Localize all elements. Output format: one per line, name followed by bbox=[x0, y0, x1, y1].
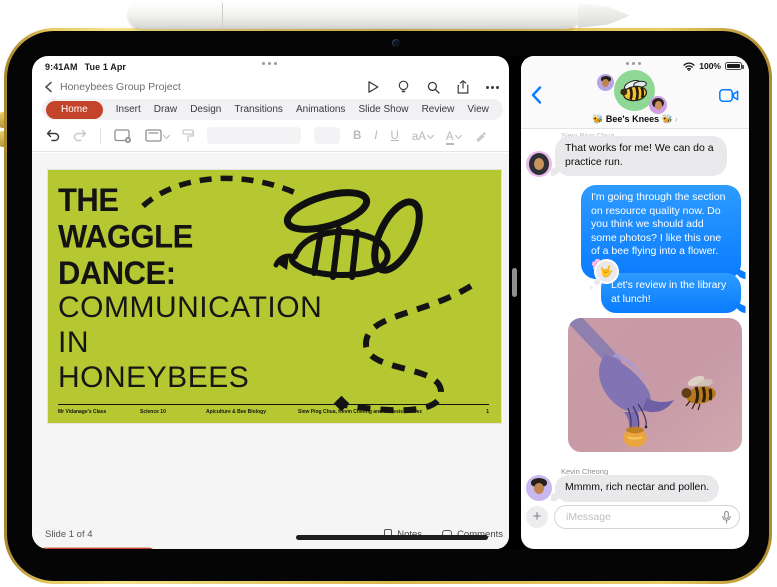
conversation-title[interactable]: 🐝 Bee's Knees 🐝 › bbox=[521, 114, 749, 125]
avatar-kevin-cheong[interactable] bbox=[526, 475, 552, 501]
avatar-siew-ping-chua[interactable] bbox=[526, 151, 552, 177]
back-chevron-icon[interactable] bbox=[531, 86, 542, 104]
message-bubble-received-2[interactable]: Mmmm, rich nectar and pollen. bbox=[555, 475, 720, 502]
ideas-lightbulb-icon[interactable] bbox=[397, 80, 410, 94]
redo-icon[interactable] bbox=[73, 129, 87, 142]
tab-view[interactable]: View bbox=[467, 104, 489, 115]
message-input-row: + iMessage bbox=[521, 504, 749, 534]
tab-transitions[interactable]: Transitions bbox=[234, 104, 283, 115]
chevron-down-icon bbox=[454, 131, 462, 139]
slide-footer-rule bbox=[58, 404, 489, 405]
tab-design[interactable]: Design bbox=[190, 104, 221, 115]
footer-subject: Apiculture & Bee Biology bbox=[206, 409, 267, 415]
messages-header: 100% 🐝 Bee's Knees 🐝 › bbox=[521, 56, 749, 129]
chevron-down-icon bbox=[162, 131, 171, 140]
messages-window: Siew Ping Chua That works for me! We can… bbox=[521, 56, 749, 549]
tab-draw[interactable]: Draw bbox=[154, 104, 177, 115]
scene: 9:41AM Tue 1 Apr Honeybees Group Project … bbox=[0, 0, 777, 587]
wifi-icon bbox=[683, 61, 695, 71]
font-color-button[interactable]: A bbox=[445, 127, 462, 145]
powerpoint-window: 9:41AM Tue 1 Apr Honeybees Group Project … bbox=[32, 56, 509, 549]
more-options-icon[interactable] bbox=[486, 85, 499, 89]
slide-1-main[interactable]: THE WAGGLE DANCE: COMMUNICATION IN HONEY… bbox=[48, 170, 501, 423]
underline-button[interactable]: U bbox=[391, 130, 399, 142]
formatting-toolbar: B I U aA A bbox=[32, 120, 509, 152]
slide-counter: Slide 1 of 4 bbox=[45, 528, 93, 540]
status-time: 9:41AM bbox=[45, 62, 78, 72]
facetime-video-icon[interactable] bbox=[719, 89, 739, 102]
add-attachment-button[interactable]: + bbox=[526, 506, 548, 528]
member-avatar-small-bottom[interactable] bbox=[649, 96, 667, 114]
share-icon[interactable] bbox=[457, 80, 469, 94]
tab-slideshow[interactable]: Slide Show bbox=[358, 104, 408, 115]
new-slide-icon[interactable] bbox=[114, 128, 132, 143]
italic-button[interactable]: I bbox=[374, 130, 377, 142]
ribbon-tabs: Home Insert Draw Design Transitions Anim… bbox=[42, 99, 503, 120]
apple-pencil-tip bbox=[578, 3, 630, 28]
slide-page-number: 1 bbox=[486, 409, 489, 415]
font-size-field[interactable] bbox=[314, 127, 340, 144]
photo-attachment-bee-flower[interactable] bbox=[568, 318, 742, 452]
tab-home[interactable]: Home bbox=[46, 100, 103, 119]
window-drag-handle[interactable] bbox=[262, 62, 277, 65]
document-title[interactable]: Honeybees Group Project bbox=[60, 81, 181, 93]
play-slideshow-icon[interactable] bbox=[366, 80, 380, 94]
member-avatar-small-top[interactable] bbox=[597, 74, 614, 91]
ipad-screen: 9:41AM Tue 1 Apr Honeybees Group Project … bbox=[32, 56, 749, 549]
bee-avatar-art bbox=[619, 79, 647, 101]
text-size-button[interactable]: aA bbox=[412, 127, 434, 145]
battery-icon bbox=[725, 61, 744, 71]
window-drag-handle[interactable] bbox=[626, 62, 641, 65]
undo-icon[interactable] bbox=[46, 129, 60, 142]
bold-button[interactable]: B bbox=[353, 130, 361, 142]
tab-insert[interactable]: Insert bbox=[116, 104, 141, 115]
apple-pencil bbox=[128, 2, 580, 29]
tapback-reaction[interactable]: 🤟 bbox=[590, 259, 619, 289]
split-view-divider-handle[interactable] bbox=[512, 268, 517, 297]
apple-pencil-cap-seam bbox=[222, 3, 223, 28]
footer-authors: Siew Ping Chua, Kevin Cheong and Genesis… bbox=[298, 409, 423, 415]
status-bar-left: 9:41AM Tue 1 Apr bbox=[45, 62, 126, 72]
font-name-field[interactable] bbox=[207, 127, 301, 144]
footer-class: Mr Vidanage's Class bbox=[58, 409, 107, 415]
battery-percent: 100% bbox=[699, 61, 721, 71]
imessage-placeholder: iMessage bbox=[566, 511, 611, 523]
imessage-input[interactable]: iMessage bbox=[554, 505, 740, 529]
slide-status-row: Slide 1 of 4 Notes Comments bbox=[32, 524, 509, 544]
front-camera bbox=[392, 39, 400, 47]
chevron-right-icon: › bbox=[674, 114, 678, 124]
highlighter-icon[interactable] bbox=[474, 129, 487, 142]
back-chevron-icon[interactable] bbox=[43, 81, 55, 93]
chevron-down-icon bbox=[426, 131, 434, 139]
message-bubble-sent-2[interactable]: Let's review in the library at lunch! bbox=[601, 273, 741, 313]
tab-animations[interactable]: Animations bbox=[296, 104, 345, 115]
status-bar-right: 100% bbox=[683, 61, 744, 71]
bee-flower-photo bbox=[568, 318, 742, 452]
format-painter-icon[interactable] bbox=[182, 128, 194, 143]
search-icon[interactable] bbox=[427, 81, 440, 94]
microphone-icon[interactable] bbox=[722, 510, 731, 524]
layout-picker[interactable] bbox=[145, 129, 171, 142]
footer-course: Science 10 bbox=[140, 409, 166, 415]
status-date: Tue 1 Apr bbox=[84, 62, 127, 72]
slide-editor-canvas[interactable]: THE WAGGLE DANCE: COMMUNICATION IN HONEY… bbox=[32, 153, 509, 549]
tab-review[interactable]: Review bbox=[422, 104, 455, 115]
home-indicator[interactable] bbox=[296, 535, 488, 540]
message-bubble-received-1[interactable]: That works for me! We can do a practice … bbox=[555, 136, 727, 176]
waggle-dashed-paths bbox=[141, 175, 473, 414]
honey-pot bbox=[623, 426, 647, 447]
conversation-scroll[interactable]: Siew Ping Chua That works for me! We can… bbox=[521, 56, 749, 549]
